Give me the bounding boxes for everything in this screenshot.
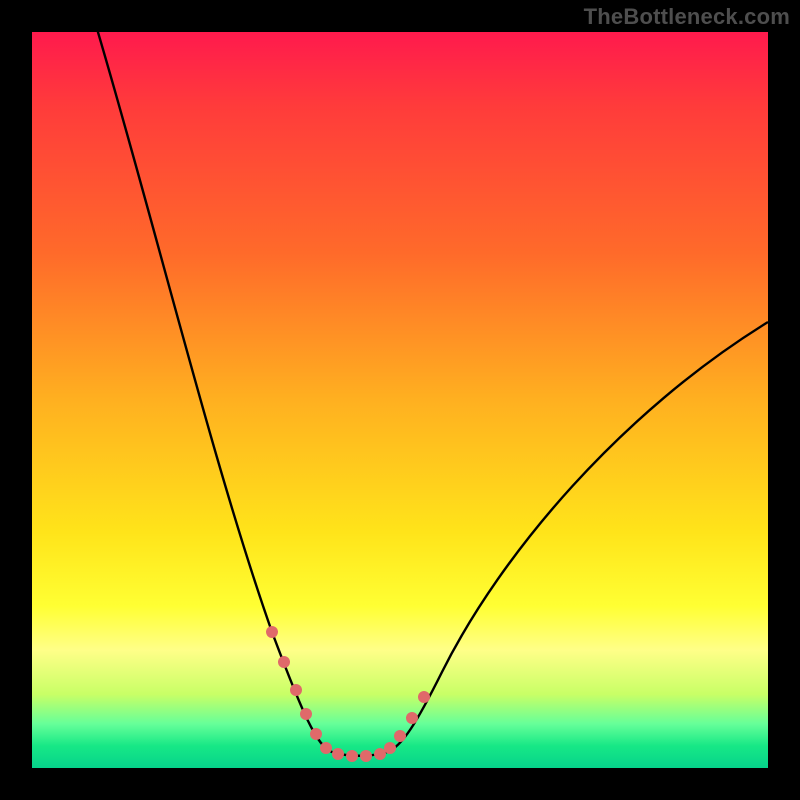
- curve-path: [92, 32, 768, 756]
- curve-markers-right: [384, 691, 430, 754]
- watermark-text: TheBottleneck.com: [584, 4, 790, 30]
- bottleneck-curve: [32, 32, 768, 768]
- plot-area: [32, 32, 768, 768]
- chart-frame: TheBottleneck.com: [0, 0, 800, 800]
